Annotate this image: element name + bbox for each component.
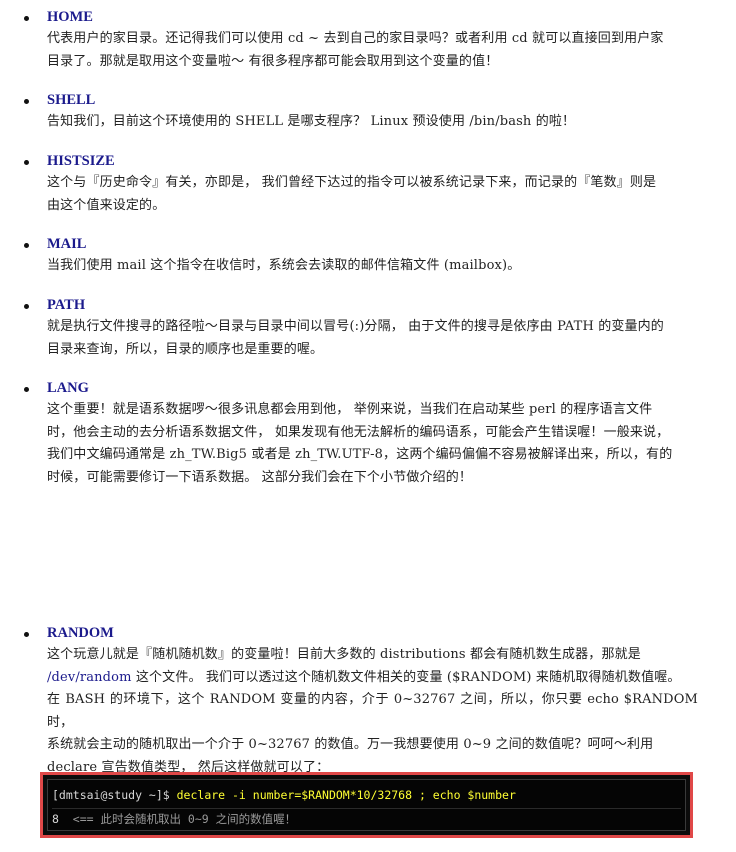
bullet-icon — [24, 387, 29, 392]
line-divider — [52, 808, 681, 809]
bullet-icon — [24, 160, 29, 165]
desc-path: 就是执行文件搜寻的路径啦～目录与目录中间以冒号(:)分隔， 由于文件的搜寻是依序… — [47, 316, 698, 361]
desc-line: 在 BASH 的环境下，这个 RANDOM 变量的内容，介于 0~32767 之… — [47, 692, 698, 730]
desc-line: 我们中文编码通常是 zh_TW.Big5 或者是 zh_TW.UTF-8，这两个… — [47, 447, 673, 463]
command-line: [dmtsai@study ~]$ declare -i number=$RAN… — [52, 787, 516, 803]
terminal-screen: [dmtsai@study ~]$ declare -i number=$RAN… — [47, 779, 686, 831]
bullet-icon — [24, 632, 29, 637]
desc-line: 这个重要！就是语系数据啰～很多讯息都会用到他， 举例来说，当我们在启动某些 pe… — [47, 402, 653, 417]
desc-line: 目录来查询，所以，目录的顺序也是重要的喔。 — [47, 341, 324, 357]
entry-shell: SHELL 告知我们，目前这个环境使用的 SHELL 是哪支程序？ Linux … — [24, 90, 698, 134]
output-comment: <== 此时会随机取出 0~9 之间的数值喔！ — [58, 812, 297, 826]
entry-mail: MAIL 当我们使用 mail 这个指令在收信时，系统会去读取的邮件信箱文件 (… — [24, 234, 698, 278]
desc-mail: 当我们使用 mail 这个指令在收信时，系统会去读取的邮件信箱文件 (mailb… — [47, 255, 698, 278]
desc-line: 这个玩意儿就是『随机随机数』的变量啦！目前大多数的 distributions … — [47, 647, 641, 662]
desc-line: 目录了。那就是取用这个变量啦～ 有很多程序都可能会取用到这个变量的值！ — [47, 53, 499, 69]
output-value: 8 — [52, 812, 59, 826]
desc-line-rest: 这个文件。 我们可以透过这个随机数文件相关的变量 ($RANDOM) 来随机取得… — [131, 669, 681, 685]
desc-line: /dev/random 这个文件。 我们可以透过这个随机数文件相关的变量 ($R… — [47, 667, 698, 690]
desc-lang: 这个重要！就是语系数据啰～很多讯息都会用到他， 举例来说，当我们在启动某些 pe… — [47, 399, 698, 489]
desc-line: 就是执行文件搜寻的路径啦～目录与目录中间以冒号(:)分隔， 由于文件的搜寻是依序… — [47, 319, 664, 334]
bullet-icon — [24, 16, 29, 21]
desc-line: 告知我们，目前这个环境使用的 SHELL 是哪支程序？ Linux 预设使用 /… — [47, 114, 576, 129]
desc-line: 当我们使用 mail 这个指令在收信时，系统会去读取的邮件信箱文件 (mailb… — [47, 258, 521, 273]
desc-line: 系统就会主动的随机取出一个介于 0~32767 的数值。万一我想要使用 0~9 … — [47, 737, 654, 753]
entry-path: PATH 就是执行文件搜寻的路径啦～目录与目录中间以冒号(:)分隔， 由于文件的… — [24, 295, 698, 361]
desc-histsize: 这个与『历史命令』有关，亦即是， 我们曾经下达过的指令可以被系统记录下来，而记录… — [47, 172, 698, 217]
output-line: 8 <== 此时会随机取出 0~9 之间的数值喔！ — [52, 811, 296, 827]
terminal-example: [dmtsai@study ~]$ declare -i number=$RAN… — [40, 772, 693, 838]
term-path: PATH — [47, 297, 86, 313]
shell-command: declare -i number=$RANDOM*10/32768 ; ech… — [176, 788, 516, 802]
entry-random: RANDOM 这个玩意儿就是『随机随机数』的变量啦！目前大多数的 distrib… — [24, 623, 698, 780]
entry-histsize: HISTSIZE 这个与『历史命令』有关，亦即是， 我们曾经下达过的指令可以被系… — [24, 151, 698, 217]
term-lang: LANG — [47, 380, 89, 396]
desc-line: 代表用户的家目录。还记得我们可以使用 cd ~ 去到自己的家目录吗？或者利用 c… — [47, 31, 664, 46]
dev-random-link[interactable]: /dev/random — [47, 670, 132, 685]
desc-line: 由这个值来设定的。 — [47, 197, 166, 213]
desc-line: 时，他会主动的去分析语系数据文件， 如果发现有他无法解析的编码语系，可能会产生错… — [47, 424, 670, 440]
term-random: RANDOM — [47, 625, 114, 641]
entry-home: HOME 代表用户的家目录。还记得我们可以使用 cd ~ 去到自己的家目录吗？或… — [24, 7, 698, 73]
desc-home: 代表用户的家目录。还记得我们可以使用 cd ~ 去到自己的家目录吗？或者利用 c… — [47, 28, 698, 73]
desc-shell: 告知我们，目前这个环境使用的 SHELL 是哪支程序？ Linux 预设使用 /… — [47, 111, 698, 134]
term-histsize: HISTSIZE — [47, 153, 115, 169]
bullet-icon — [24, 99, 29, 104]
desc-line: 这个与『历史命令』有关，亦即是， 我们曾经下达过的指令可以被系统记录下来，而记录… — [47, 175, 657, 190]
term-home: HOME — [47, 9, 93, 25]
entry-lang: LANG 这个重要！就是语系数据啰～很多讯息都会用到他， 举例来说，当我们在启动… — [24, 378, 698, 489]
bullet-icon — [24, 243, 29, 248]
term-mail: MAIL — [47, 236, 87, 252]
desc-random: 这个玩意儿就是『随机随机数』的变量啦！目前大多数的 distributions … — [47, 644, 698, 780]
bullet-icon — [24, 304, 29, 309]
desc-line: 时候，可能需要修订一下语系数据。 这部分我们会在下个小节做介绍的！ — [47, 469, 473, 485]
shell-prompt: [dmtsai@study ~]$ — [52, 788, 177, 802]
term-shell: SHELL — [47, 92, 96, 108]
